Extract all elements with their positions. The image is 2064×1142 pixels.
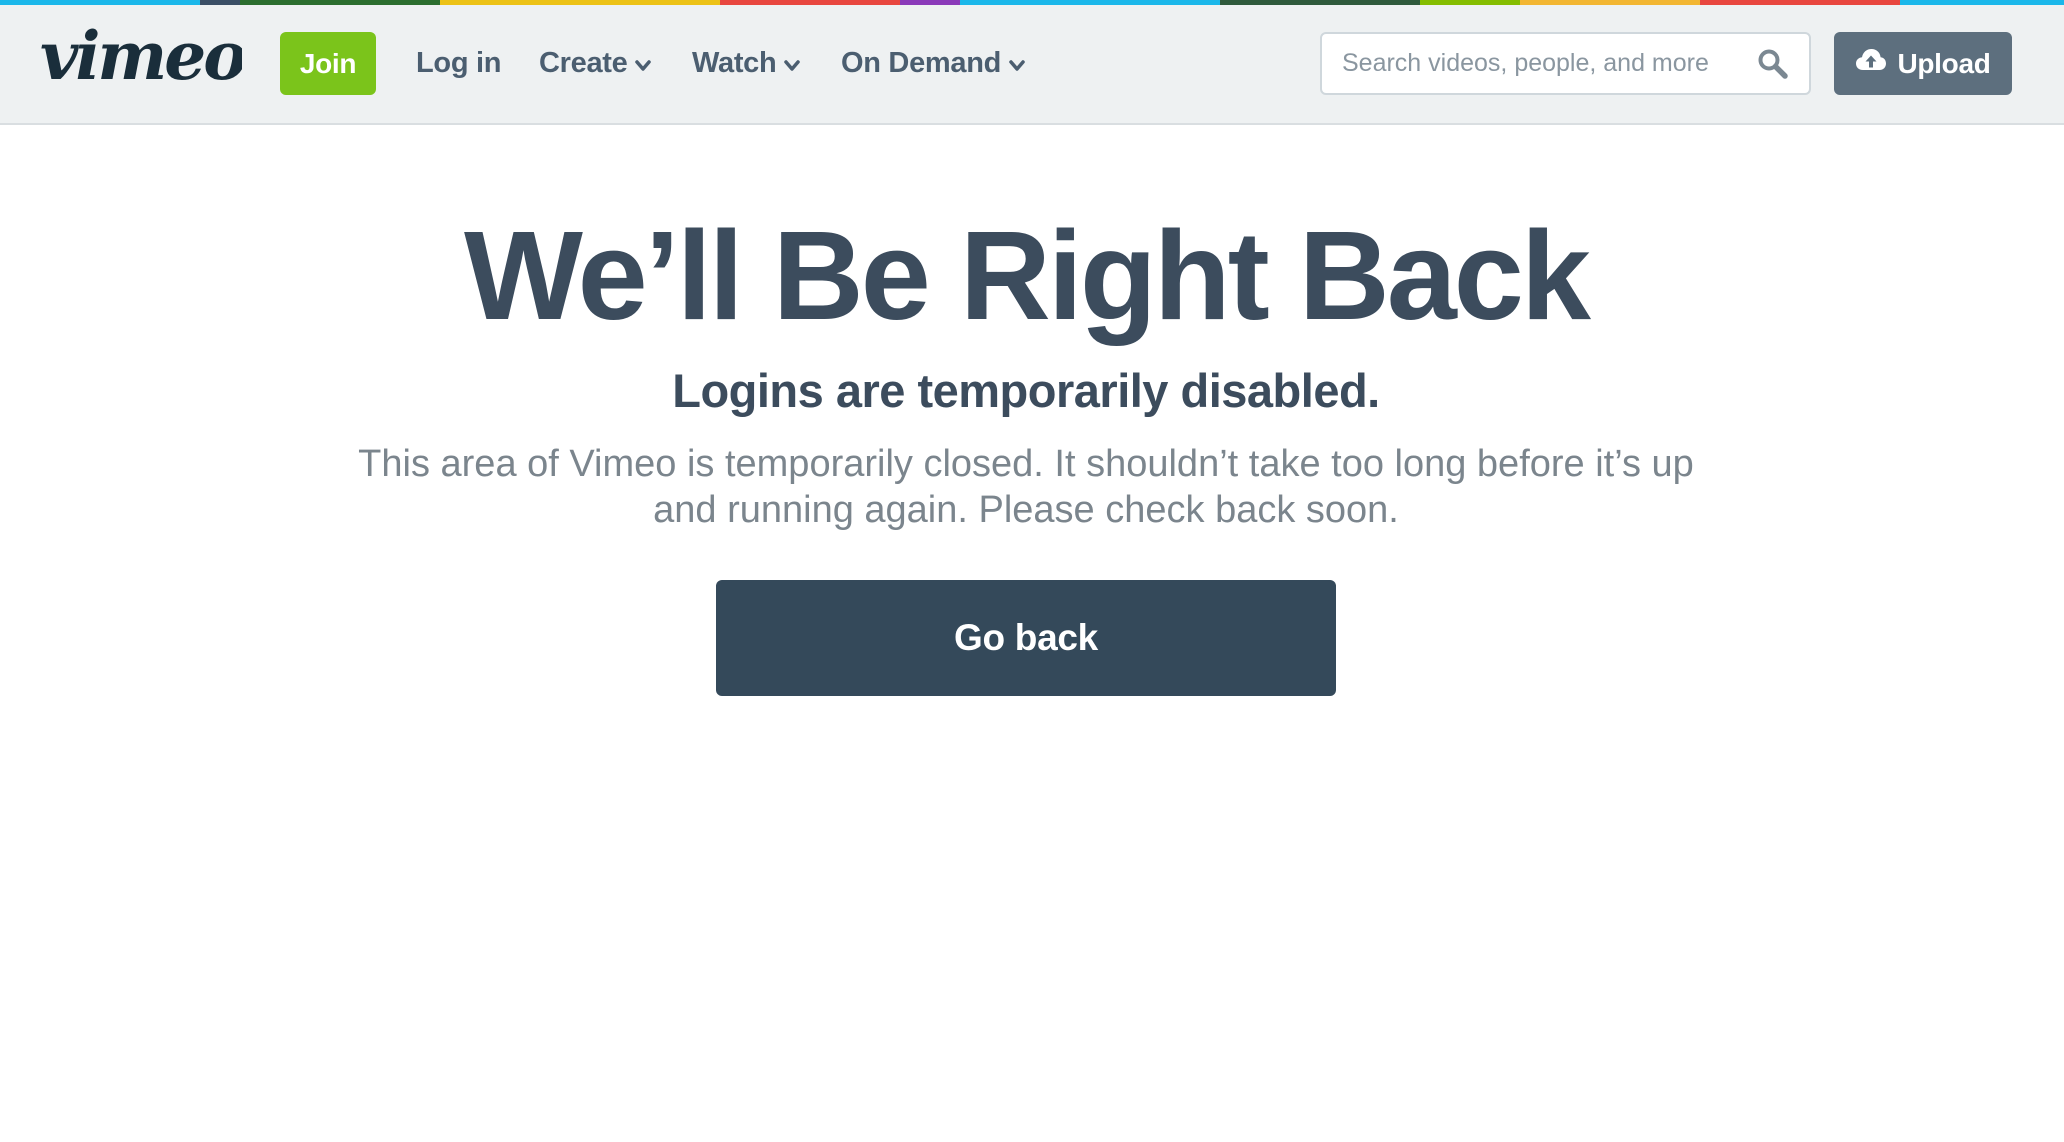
vimeo-logo[interactable]: vimeo <box>40 21 242 93</box>
go-back-label: Go back <box>954 617 1098 658</box>
top-navigation: vimeo Join Log in Create Watch On Demand <box>0 5 2064 125</box>
watch-label: Watch <box>692 47 777 79</box>
chevron-down-icon <box>635 59 652 72</box>
page-title: We’ll Be Right Back <box>464 205 1591 346</box>
chevron-down-icon <box>1009 59 1025 72</box>
watch-menu[interactable]: Watch <box>692 32 801 95</box>
page-subtitle: Logins are temporarily disabled. <box>672 364 1380 417</box>
main-content: We’ll Be Right Back Logins are temporari… <box>0 127 2064 1142</box>
chevron-down-icon <box>784 59 801 72</box>
create-label: Create <box>539 47 628 79</box>
search-input[interactable] <box>1322 34 1742 93</box>
upload-button[interactable]: Upload <box>1834 32 2012 95</box>
go-back-button[interactable]: Go back <box>716 580 1336 696</box>
login-link[interactable]: Log in <box>416 32 501 95</box>
search-icon[interactable] <box>1757 48 1789 80</box>
search-box <box>1320 32 1811 95</box>
join-button[interactable]: Join <box>280 32 376 95</box>
svg-text:vimeo: vimeo <box>40 21 242 93</box>
login-label: Log in <box>416 47 502 79</box>
cloud-upload-icon <box>1855 47 1887 80</box>
on-demand-menu[interactable]: On Demand <box>841 32 1025 95</box>
vimeo-logo-mark: vimeo <box>40 21 242 93</box>
on-demand-label: On Demand <box>841 47 1002 79</box>
status-message: This area of Vimeo is temporarily closed… <box>358 443 1694 531</box>
upload-button-label: Upload <box>1897 47 1991 79</box>
join-button-label: Join <box>299 47 357 79</box>
create-menu[interactable]: Create <box>539 32 652 95</box>
